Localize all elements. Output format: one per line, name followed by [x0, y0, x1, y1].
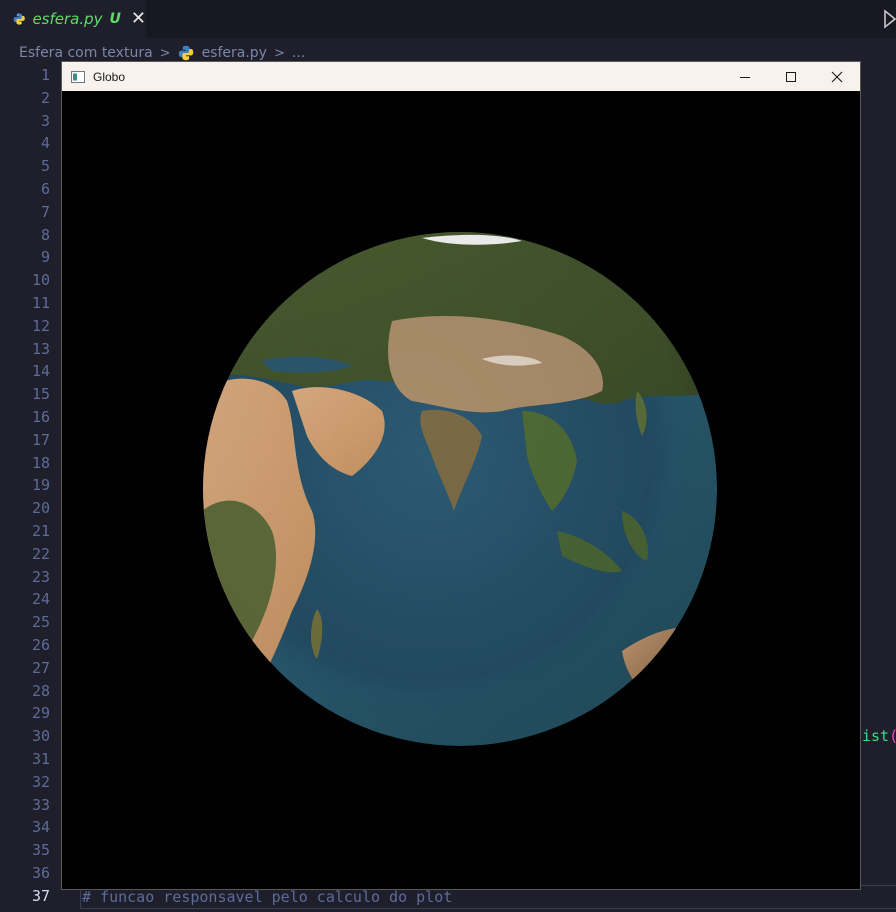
- chevron-right-icon: >: [273, 45, 285, 61]
- line-number: 15: [31, 385, 50, 404]
- breadcrumb-more[interactable]: ...: [292, 45, 305, 61]
- line-number: 28: [31, 681, 50, 700]
- minimize-icon: [740, 76, 750, 78]
- line-number: 14: [31, 362, 50, 381]
- line-number: 35: [31, 841, 50, 860]
- tab-filename: esfera.py: [32, 10, 103, 28]
- line-number: 32: [31, 772, 50, 791]
- line-number: 27: [31, 658, 50, 677]
- line-number: 34: [31, 818, 50, 837]
- line-number: 17: [31, 430, 50, 449]
- maximize-icon: [786, 71, 796, 82]
- code-line-30-fragment[interactable]: ist(: [862, 725, 896, 747]
- line-number: 36: [31, 864, 50, 882]
- line-number: 21: [31, 522, 50, 540]
- line-number: 16: [31, 408, 50, 426]
- breadcrumb-folder[interactable]: Esfera com textura: [19, 45, 153, 61]
- line-number: 18: [31, 453, 50, 472]
- line-number: 4: [40, 134, 50, 153]
- window-titlebar[interactable]: Globo: [62, 62, 860, 91]
- close-window-button[interactable]: [814, 62, 860, 91]
- line-number: 5: [40, 157, 50, 176]
- line-number: 11: [31, 294, 50, 312]
- line-number: 8: [40, 225, 50, 244]
- python-icon: [178, 45, 193, 61]
- line-number: 1: [40, 66, 50, 84]
- line-number: 23: [31, 567, 50, 586]
- breadcrumb: Esfera com textura > esfera.py > ...: [19, 43, 305, 63]
- line-number: 9: [40, 248, 50, 267]
- globo-window[interactable]: Globo: [61, 61, 861, 890]
- line-number: 3: [40, 111, 50, 130]
- editor-tab-bar: esfera.py U ✕: [0, 0, 896, 38]
- line-number: 24: [31, 590, 50, 609]
- run-icon[interactable]: [882, 8, 896, 30]
- earth-globe: [203, 232, 717, 746]
- tab-esfera-py[interactable]: esfera.py U ✕: [0, 0, 146, 38]
- line-number: 25: [31, 613, 50, 632]
- line-number: 31: [31, 750, 50, 768]
- line-number: 26: [31, 636, 50, 654]
- app-window-icon: [71, 70, 85, 83]
- line-number: 19: [31, 476, 50, 495]
- breadcrumb-file[interactable]: esfera.py: [202, 45, 267, 61]
- line-number: 22: [31, 544, 50, 563]
- globe-render: [203, 232, 717, 746]
- line-number: 13: [31, 339, 50, 358]
- line-number: 6: [40, 180, 50, 198]
- chevron-right-icon: >: [159, 45, 171, 61]
- line-number: 12: [31, 316, 50, 335]
- close-icon: [831, 71, 843, 82]
- line-number: 2: [40, 88, 50, 107]
- minimize-button[interactable]: [722, 62, 768, 91]
- line-number: 37: [31, 886, 50, 905]
- maximize-button[interactable]: [768, 62, 814, 91]
- line-number: 7: [40, 202, 50, 221]
- window-title: Globo: [93, 69, 126, 84]
- untracked-badge: U: [109, 11, 121, 27]
- render-viewport[interactable]: [62, 91, 860, 889]
- line-number: 20: [31, 499, 50, 518]
- line-number: 33: [31, 795, 50, 814]
- line-number: 29: [31, 704, 50, 723]
- close-icon[interactable]: ✕: [131, 10, 146, 28]
- line-number: 10: [31, 271, 50, 290]
- python-icon: [13, 13, 25, 25]
- line-number: 30: [31, 727, 50, 746]
